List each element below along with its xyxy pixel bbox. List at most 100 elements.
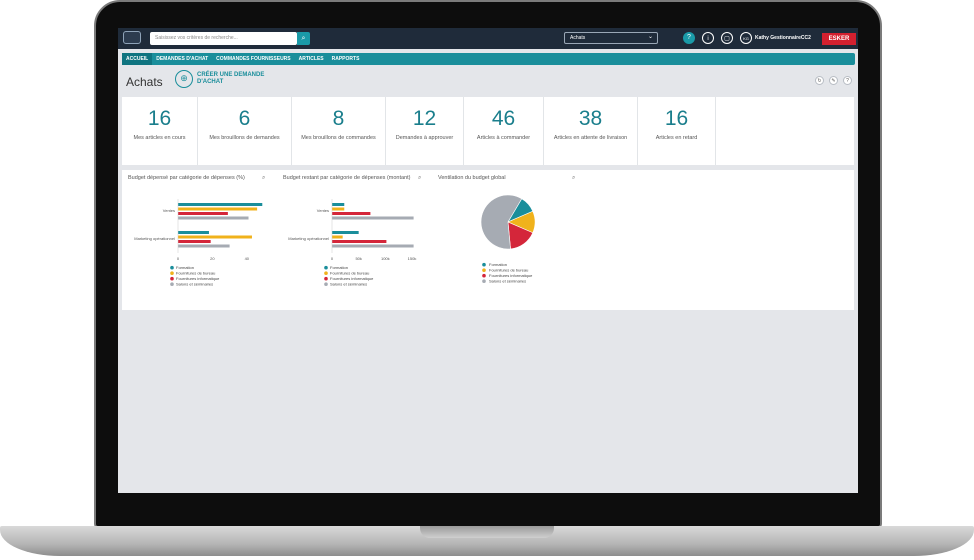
kpi-tile[interactable]: 16 Mes articles en cours — [122, 97, 198, 165]
app-screen: Saisissez vos critères de recherche... ⌕… — [118, 28, 858, 493]
legend-swatch — [324, 276, 328, 281]
nav-item-4[interactable]: RAPPORTS — [328, 53, 364, 65]
user-name[interactable]: Kathy GestionnaireCC2 — [755, 35, 811, 41]
legend-label: Fournitures de bureau — [489, 268, 528, 273]
kpi-label: Mes brouillons de demandes — [209, 135, 280, 141]
bar — [332, 207, 345, 211]
legend-label: Fournitures informatique — [489, 273, 533, 278]
kpi-value: 46 — [491, 107, 516, 130]
bar — [332, 203, 345, 206]
legend-label: Salons et séminaires — [489, 279, 526, 284]
bar — [332, 216, 414, 220]
kpi-label: Articles en retard — [655, 135, 698, 141]
search-icon: ⌕ — [301, 35, 306, 42]
tick-label: 20 — [210, 256, 215, 261]
create-request-button[interactable]: ⊕ CRÉER UNE DEMANDE D'ACHAT — [175, 70, 267, 88]
bar — [178, 240, 211, 243]
legend-label: Formation — [489, 262, 507, 267]
legend-swatch — [482, 279, 486, 283]
kpi-value: 12 — [412, 107, 437, 130]
kpi-label: Mes brouillons de commandes — [301, 135, 376, 141]
chevron-down-icon: ⌄ — [647, 34, 653, 40]
charts-panel: Budget dépensé par catégorie de dépenses… — [122, 170, 854, 310]
help-small-icon[interactable]: ? — [843, 76, 852, 85]
page-title: Achats — [126, 75, 163, 89]
kpi-value: 16 — [147, 107, 172, 130]
main-nav: ACCUEIL DEMANDES D'ACHAT COMMANDES FOURNIS… — [122, 53, 855, 65]
charts-svg: Ventes Marketing opérationnel 0 20 40 Formati… — [134, 194, 536, 287]
legend-label: Fournitures informatique — [176, 276, 220, 281]
app-select[interactable]: Achats ⌄ — [564, 32, 658, 44]
kpi-panel: 16 Mes articles en cours 6 Mes brouillons d… — [122, 97, 854, 165]
bar — [178, 235, 252, 239]
category-label: Ventes — [317, 208, 329, 213]
cart-add-icon: ⊕ — [175, 70, 193, 88]
info-icon[interactable]: i — [702, 32, 714, 44]
bar — [332, 231, 359, 234]
category-label: Marketing opérationnel — [288, 236, 329, 241]
legend-label: Formation — [330, 265, 348, 270]
kpi-tile[interactable]: 38 Articles en attente de livraison — [544, 97, 638, 165]
lock-icon[interactable]: ▢ — [721, 32, 733, 44]
legend-swatch — [324, 282, 328, 286]
legend-label: Salons et séminaires — [330, 282, 367, 287]
bar — [332, 235, 343, 239]
kpi-tile[interactable]: 46 Articles à commander — [464, 97, 544, 165]
tick-label: 0 — [177, 256, 180, 261]
laptop-notch — [420, 526, 554, 538]
tick-label: 40 — [245, 256, 250, 261]
kpi-label: Mes articles en cours — [133, 135, 186, 141]
legend-label: Fournitures informatique — [330, 276, 374, 281]
bar — [178, 203, 263, 206]
legend-swatch — [482, 273, 486, 278]
nav-item-3[interactable]: ARTICLES — [295, 53, 328, 65]
legend-label: Formation — [176, 265, 194, 270]
legend-swatch — [324, 271, 328, 275]
kpi-tile[interactable]: 6 Mes brouillons de demandes — [198, 97, 292, 165]
tick-label: 0 — [331, 256, 334, 261]
legend-swatch — [170, 271, 174, 275]
legend-swatch — [482, 268, 486, 272]
kpi-label: Articles en attente de livraison — [553, 135, 628, 141]
bar — [178, 216, 249, 220]
kpi-label: Articles à commander — [476, 135, 531, 141]
edit-icon[interactable]: ✎ — [829, 76, 838, 85]
category-label: Marketing opérationnel — [134, 236, 175, 241]
kpi-label: Demandes à approuver — [395, 135, 454, 141]
kpi-value: 6 — [238, 107, 251, 130]
bar — [332, 244, 414, 248]
legend-swatch — [170, 265, 174, 270]
nav-item-0[interactable]: ACCUEIL — [122, 53, 153, 65]
help-icon[interactable]: ? — [683, 32, 695, 44]
legend-swatch — [324, 265, 328, 270]
kpi-value: 8 — [332, 107, 345, 130]
search-button[interactable]: ⌕ — [297, 32, 310, 45]
tick-label: 50k — [355, 256, 361, 261]
refresh-icon[interactable]: ↻ — [815, 76, 824, 85]
legend-swatch — [170, 282, 174, 286]
search-input[interactable]: Saisissez vos critères de recherche... — [150, 32, 297, 45]
legend-swatch — [482, 262, 486, 267]
kpi-tile[interactable]: 16 Articles en retard — [638, 97, 716, 165]
bar — [178, 244, 230, 248]
tick-label: 100k — [381, 256, 390, 261]
legend-label: Fournitures de bureau — [330, 271, 369, 276]
nav-item-2[interactable]: COMMANDES FOURNISSEURS — [212, 53, 294, 65]
create-request-label: CRÉER UNE DEMANDE D'ACHAT — [197, 72, 265, 85]
nav-item-1[interactable]: DEMANDES D'ACHAT — [152, 53, 212, 65]
laptop-frame: Saisissez vos critères de recherche... ⌕… — [0, 0, 974, 560]
top-bar: Saisissez vos critères de recherche... ⌕… — [118, 28, 858, 49]
bar — [178, 207, 258, 211]
kpi-tile[interactable]: 8 Mes brouillons de commandes — [292, 97, 386, 165]
bar — [178, 231, 209, 234]
category-label: Ventes — [163, 208, 175, 213]
kpi-tile[interactable]: 12 Demandes à approuver — [386, 97, 464, 165]
kpi-value: 16 — [664, 107, 689, 130]
legend-label: Salons et séminaires — [176, 282, 213, 287]
kpi-value: 38 — [578, 107, 603, 130]
avatar[interactable]: KG — [740, 32, 752, 44]
app-logo[interactable] — [123, 31, 141, 44]
brand-logo: ESKER — [822, 33, 856, 45]
bar — [178, 212, 228, 215]
legend-swatch — [170, 276, 174, 281]
